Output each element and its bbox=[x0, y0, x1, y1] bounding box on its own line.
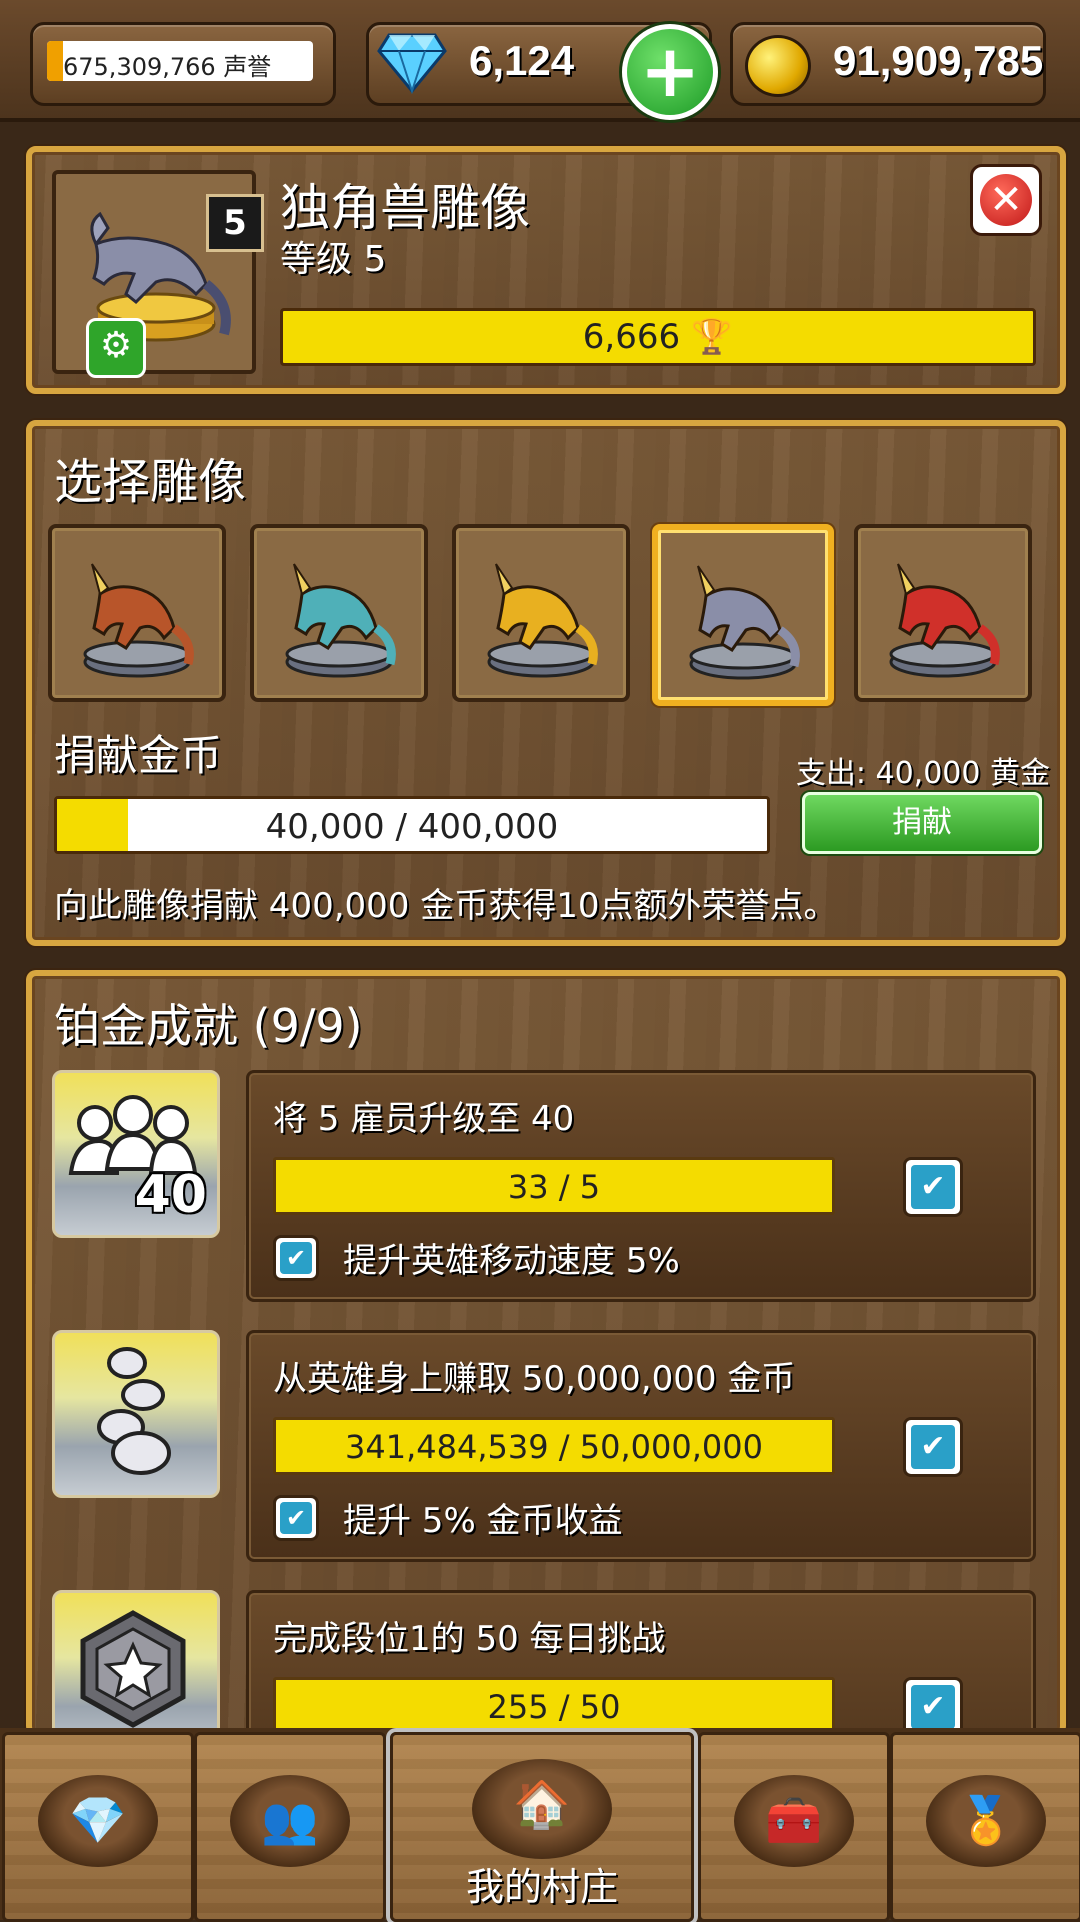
statue-score: 6,666 bbox=[582, 317, 681, 357]
nav-treasure-button[interactable]: 🧰 bbox=[698, 1732, 890, 1922]
statue-option-bronze-unicorn-statue[interactable] bbox=[48, 524, 226, 702]
trophy-icon: 🏆 bbox=[690, 317, 734, 357]
reward-checkbox[interactable]: ✔ bbox=[273, 1495, 319, 1541]
statue-settings-button[interactable]: ⚙ bbox=[86, 318, 146, 378]
checkmark-icon: ✔ bbox=[911, 1685, 955, 1729]
heroes-icon: 👥 bbox=[261, 1793, 319, 1847]
statue-level: 等级 5 bbox=[280, 239, 387, 280]
achievement-progress-text: 255 / 50 bbox=[487, 1688, 621, 1726]
donation-description: 向此雕像捐献 400,000 金币获得10点额外荣誉点。 bbox=[54, 886, 838, 926]
nav-achievements-button[interactable]: 🏅 bbox=[890, 1732, 1080, 1922]
platinum-achievements-panel[interactable]: 铂金成就 (9/9) 40 将 5 雇员升级至 40 33 / 5 ✔ ✔ 提升… bbox=[26, 970, 1066, 1822]
statue-option-gold-unicorn-statue[interactable] bbox=[452, 524, 630, 702]
donate-title: 捐献金币 bbox=[54, 731, 223, 780]
diamond-icon bbox=[377, 33, 447, 95]
employees-40-icon: 40 bbox=[52, 1070, 220, 1238]
statue-option-silver-unicorn-statue[interactable] bbox=[652, 524, 834, 706]
checkmark-icon: ✔ bbox=[911, 1165, 955, 1209]
reward-checkbox[interactable]: ✔ bbox=[273, 1235, 319, 1281]
unicorn-statue-icon bbox=[689, 565, 800, 680]
achievement-progress-bar: 341,484,539 / 50,000,000 bbox=[273, 1417, 835, 1475]
nav-my-village-button[interactable]: 🏠 我的村庄 bbox=[390, 1732, 694, 1922]
achievement-card: 从英雄身上赚取 50,000,000 金币 341,484,539 / 50,0… bbox=[246, 1330, 1036, 1562]
achievement-card: 将 5 雇员升级至 40 33 / 5 ✔ ✔ 提升英雄移动速度 5% bbox=[246, 1070, 1036, 1302]
unicorn-statue-icon bbox=[487, 563, 598, 678]
achievement-reward: 提升英雄移动速度 5% bbox=[343, 1241, 680, 1281]
achievement-title: 从英雄身上赚取 50,000,000 金币 bbox=[273, 1359, 796, 1399]
unicorn-statue-icon bbox=[285, 563, 396, 678]
statue-option-red-winged-unicorn-statue[interactable] bbox=[854, 524, 1032, 702]
silver-coins-icon bbox=[52, 1330, 220, 1498]
achievement-title: 完成段位1的 50 每日挑战 bbox=[273, 1619, 666, 1659]
statue-option-teal-unicorn-statue[interactable] bbox=[250, 524, 428, 702]
statue-info-panel: 5 ⚙ 独角兽雕像 等级 5 ✕ 6,666 🏆 bbox=[26, 146, 1066, 394]
top-resource-bar: 675,309,766 声誉 6,124 + 91,909,785 bbox=[0, 0, 1080, 122]
home-icon: 🏠 bbox=[513, 1777, 571, 1831]
achievement-title: 将 5 雇员升级至 40 bbox=[273, 1099, 575, 1139]
donation-cost: 支出: 40,000 黄金 bbox=[795, 756, 1050, 791]
achievement-progress-bar: 255 / 50 bbox=[273, 1677, 835, 1735]
add-gems-button[interactable]: + bbox=[622, 24, 718, 120]
achievement-progress-text: 33 / 5 bbox=[507, 1168, 601, 1206]
statue-score-bar: 6,666 🏆 bbox=[280, 308, 1036, 366]
nav-heroes-button[interactable]: 👥 bbox=[194, 1732, 386, 1922]
donation-progress-bar: 40,000 / 400,000 bbox=[54, 796, 770, 854]
checkmark-icon: ✔ bbox=[280, 1242, 312, 1274]
reputation-progress-bar: 675,309,766 声誉 bbox=[47, 41, 313, 81]
employees-level-label: 40 bbox=[134, 1165, 207, 1225]
donation-progress-text: 40,000 / 400,000 bbox=[265, 807, 559, 847]
bottom-navigation: 💎 👥 🏠 我的村庄 🧰 🏅 bbox=[0, 1728, 1080, 1922]
select-statue-title: 选择雕像 bbox=[54, 454, 247, 510]
achievement-progress-text: 341,484,539 / 50,000,000 bbox=[345, 1428, 763, 1466]
achievement-reward: 提升 5% 金币收益 bbox=[343, 1501, 623, 1541]
statue-selection-panel: 选择雕像 捐献金币 支出: 40,000 黄金 40,000 / 400,000… bbox=[26, 420, 1066, 946]
donate-button[interactable]: 捐献 bbox=[802, 792, 1042, 854]
reputation-progress-fill bbox=[47, 41, 63, 81]
plus-icon: + bbox=[639, 29, 701, 113]
treasure-chest-icon: 🧰 bbox=[765, 1793, 823, 1847]
gold-count: 91,909,785 bbox=[833, 37, 1044, 84]
achievement-progress-bar: 33 / 5 bbox=[273, 1157, 835, 1215]
checkmark-icon: ✔ bbox=[280, 1502, 312, 1534]
achievements-title: 铂金成就 (9/9) bbox=[54, 999, 363, 1053]
medal-icon: 🏅 bbox=[957, 1793, 1015, 1847]
unicorn-statue-icon bbox=[83, 563, 194, 678]
nav-my-village-label: 我的村庄 bbox=[465, 1865, 618, 1909]
statue-thumbnail: 5 ⚙ bbox=[52, 170, 264, 378]
close-button[interactable]: ✕ bbox=[970, 164, 1042, 236]
gear-icon: ⚙ bbox=[99, 325, 133, 366]
gold-coin-icon bbox=[745, 35, 811, 97]
diamond-icon: 💎 bbox=[69, 1793, 127, 1847]
close-icon: ✕ bbox=[980, 174, 1032, 226]
achievement-complete-checkbox[interactable]: ✔ bbox=[903, 1417, 963, 1477]
reputation-value: 675,309,766 声誉 bbox=[63, 53, 272, 81]
checkmark-icon: ✔ bbox=[911, 1425, 955, 1469]
gem-count: 6,124 bbox=[469, 37, 575, 84]
gold-display: 91,909,785 bbox=[730, 22, 1046, 106]
achievement-complete-checkbox[interactable]: ✔ bbox=[903, 1157, 963, 1217]
nav-gems-button[interactable]: 💎 bbox=[2, 1732, 194, 1922]
reputation-display: 675,309,766 声誉 bbox=[30, 22, 336, 106]
unicorn-statue-icon bbox=[889, 563, 1000, 678]
level-badge: 5 bbox=[206, 194, 264, 252]
